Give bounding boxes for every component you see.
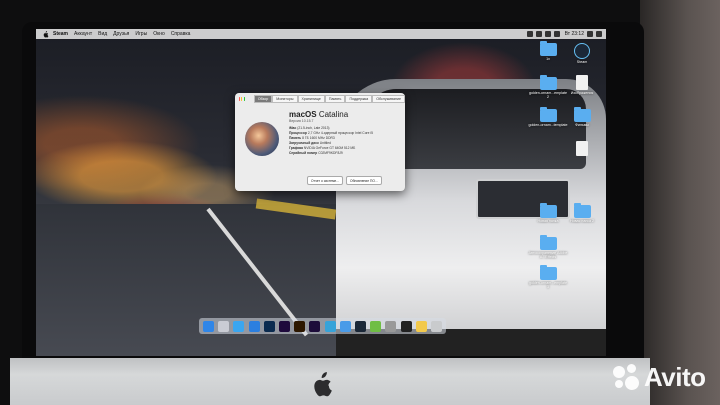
os-name-bold: macOS [289, 110, 317, 119]
document-icon [576, 141, 588, 156]
dock-item-launchpad-icon[interactable]: Launchpad [218, 320, 230, 332]
avito-dot [615, 379, 623, 388]
dock-item-pr-icon[interactable]: Pr [309, 320, 321, 332]
dock-item-app-store-icon[interactable]: App Store [248, 320, 260, 332]
avito-dot [627, 363, 636, 373]
folder-icon [539, 203, 557, 218]
tab-support[interactable]: Поддержка [345, 94, 373, 103]
desktop-icon-label: Фильмы [575, 123, 589, 127]
spec-value: C02MF9KDF8J9 [318, 151, 343, 155]
folder-icon [539, 107, 557, 122]
os-name-rest: Catalina [318, 110, 349, 119]
screen: Steam Аккаунт Вид Друзья Игры Окно Справ… [36, 29, 606, 356]
about-titlebar: Обзор Мониторы Хранилище Память Поддержк… [235, 93, 405, 104]
avito-dot [613, 365, 625, 378]
desktop-icon-label: Изображения [570, 91, 594, 95]
folder-icon [539, 75, 557, 90]
volume-icon[interactable] [544, 31, 551, 37]
dock-item-mail-icon[interactable]: Mail [339, 320, 351, 332]
dock-item-steam-icon[interactable]: Steam [354, 320, 366, 332]
dock-item-utorrent-icon[interactable]: Utorrent [370, 320, 382, 332]
tab-overview[interactable]: Обзор [253, 94, 273, 103]
spec-key: Память [289, 136, 302, 140]
about-body: macOS Catalina Версия 10.15.7 iMac (21.5… [235, 104, 405, 156]
spec-value: 8 ГБ 1600 MHz DDR3 [302, 136, 335, 140]
about-buttons: Отчет о системе... Обновление ПО... [307, 176, 382, 185]
menu-window[interactable]: Окно [153, 31, 165, 37]
spec-row-serial: Серийный номер C02MF9KDF8J9 [289, 151, 373, 156]
menu-help[interactable]: Справка [171, 31, 191, 37]
desktop-icon-new-folder-2[interactable]: Новая папка 2 [562, 203, 602, 223]
desktop-icon-adobe-autosave[interactable]: Автосохранение Adobe A...Effects [528, 235, 568, 259]
menu-view[interactable]: Вид [98, 31, 107, 37]
avito-watermark: Avito [612, 362, 706, 393]
status-area: Вт 23:12 [526, 31, 606, 37]
spec-key: Загрузочный диск [289, 141, 319, 145]
software-update-button[interactable]: Обновление ПО... [346, 176, 382, 185]
wifi-icon[interactable] [535, 31, 542, 37]
spec-key: Графика [289, 146, 303, 150]
input-source-icon[interactable] [553, 31, 560, 37]
folder-icon [539, 235, 557, 250]
desktop-icon-label: Новая папка 2 [570, 219, 594, 223]
spec-key: iMac [289, 126, 297, 130]
menu-account[interactable]: Аккаунт [74, 31, 92, 37]
avito-dot [625, 375, 639, 390]
os-version: Версия 10.15.7 [289, 119, 314, 123]
about-this-mac-window: Обзор Мониторы Хранилище Память Поддержк… [235, 93, 405, 191]
background-wall [640, 0, 720, 405]
spec-value: (21.5-inch, Late 2013) [297, 126, 330, 130]
dock-item-ae-icon[interactable]: Ae [279, 320, 291, 332]
apple-menu-icon[interactable] [42, 30, 49, 38]
steam-icon [574, 43, 590, 59]
dock-item-ps-icon[interactable]: Ps [263, 320, 275, 332]
menu-bar: Steam Аккаунт Вид Друзья Игры Окно Справ… [36, 29, 606, 39]
desktop-icon-label: golden-ornam...emplate 3 [529, 281, 567, 289]
notification-center-icon[interactable] [596, 31, 602, 37]
folder-icon [573, 203, 591, 218]
avito-wordmark: Avito [644, 362, 706, 392]
dock-item-terminal-icon[interactable]: Terminal [400, 320, 412, 332]
apple-logo-icon [314, 372, 332, 397]
dock-item-safari-icon[interactable]: Safari [233, 320, 245, 332]
desktop-icon-label: Автосохранение Adobe A...Effects [528, 251, 568, 259]
tab-storage[interactable]: Хранилище [297, 94, 325, 103]
spec-key: Серийный номер [289, 151, 318, 155]
spec-value: NVIDIA GeForce GT 640M 512 МБ [303, 146, 356, 150]
spec-value: Untitled [319, 141, 331, 145]
dock-item-ai-icon[interactable]: Ai [294, 320, 306, 332]
folder-icon [539, 41, 557, 56]
dock-item-notes-icon[interactable]: Notes [415, 320, 427, 332]
desktop-icon-images[interactable]: Изображения [562, 75, 602, 95]
about-info: macOS Catalina Версия 10.15.7 iMac (21.5… [289, 110, 373, 156]
dock-item-keychain-icon[interactable]: Keychain [385, 320, 397, 332]
dock: FinderLaunchpadSafariApp StorePsAeAiPrTe… [199, 318, 446, 334]
spec-key: Процессор [289, 131, 307, 135]
spec-value: 2,7 GHz 4-ядерный процессор Intel Core i… [307, 131, 373, 135]
avito-logo-icon [612, 363, 640, 392]
desktop-icon-steam[interactable]: Steam [562, 43, 602, 64]
search-icon[interactable] [587, 31, 593, 37]
desktop-icon-label: Steam [576, 60, 588, 64]
menu-friends[interactable]: Друзья [113, 31, 129, 37]
os-name: macOS Catalina [289, 110, 373, 119]
desktop-icon-file[interactable] [562, 141, 602, 157]
folder-icon [573, 107, 591, 122]
desktop-icon-template-3[interactable]: golden-ornam...emplate 3 [528, 265, 568, 289]
menu-app-name[interactable]: Steam [53, 31, 68, 37]
folder-icon [539, 265, 557, 280]
tab-displays[interactable]: Мониторы [272, 94, 298, 103]
dock-item-telegram-icon[interactable]: Telegram [324, 320, 336, 332]
tab-memory[interactable]: Память [324, 94, 346, 103]
dock-item-trash-icon[interactable]: Trash [430, 320, 442, 332]
steam-status-icon[interactable] [526, 31, 533, 37]
image-file-icon [576, 75, 588, 90]
menu-clock[interactable]: Вт 23:12 [565, 31, 584, 37]
macos-catalina-badge-icon [245, 122, 279, 156]
desktop-icon-movies[interactable]: Фильмы [562, 107, 602, 127]
tab-service[interactable]: Обслуживание [372, 94, 405, 103]
about-tabs: Обзор Мониторы Хранилище Память Поддержк… [253, 94, 405, 103]
system-report-button[interactable]: Отчет о системе... [307, 176, 343, 185]
menu-games[interactable]: Игры [135, 31, 147, 37]
